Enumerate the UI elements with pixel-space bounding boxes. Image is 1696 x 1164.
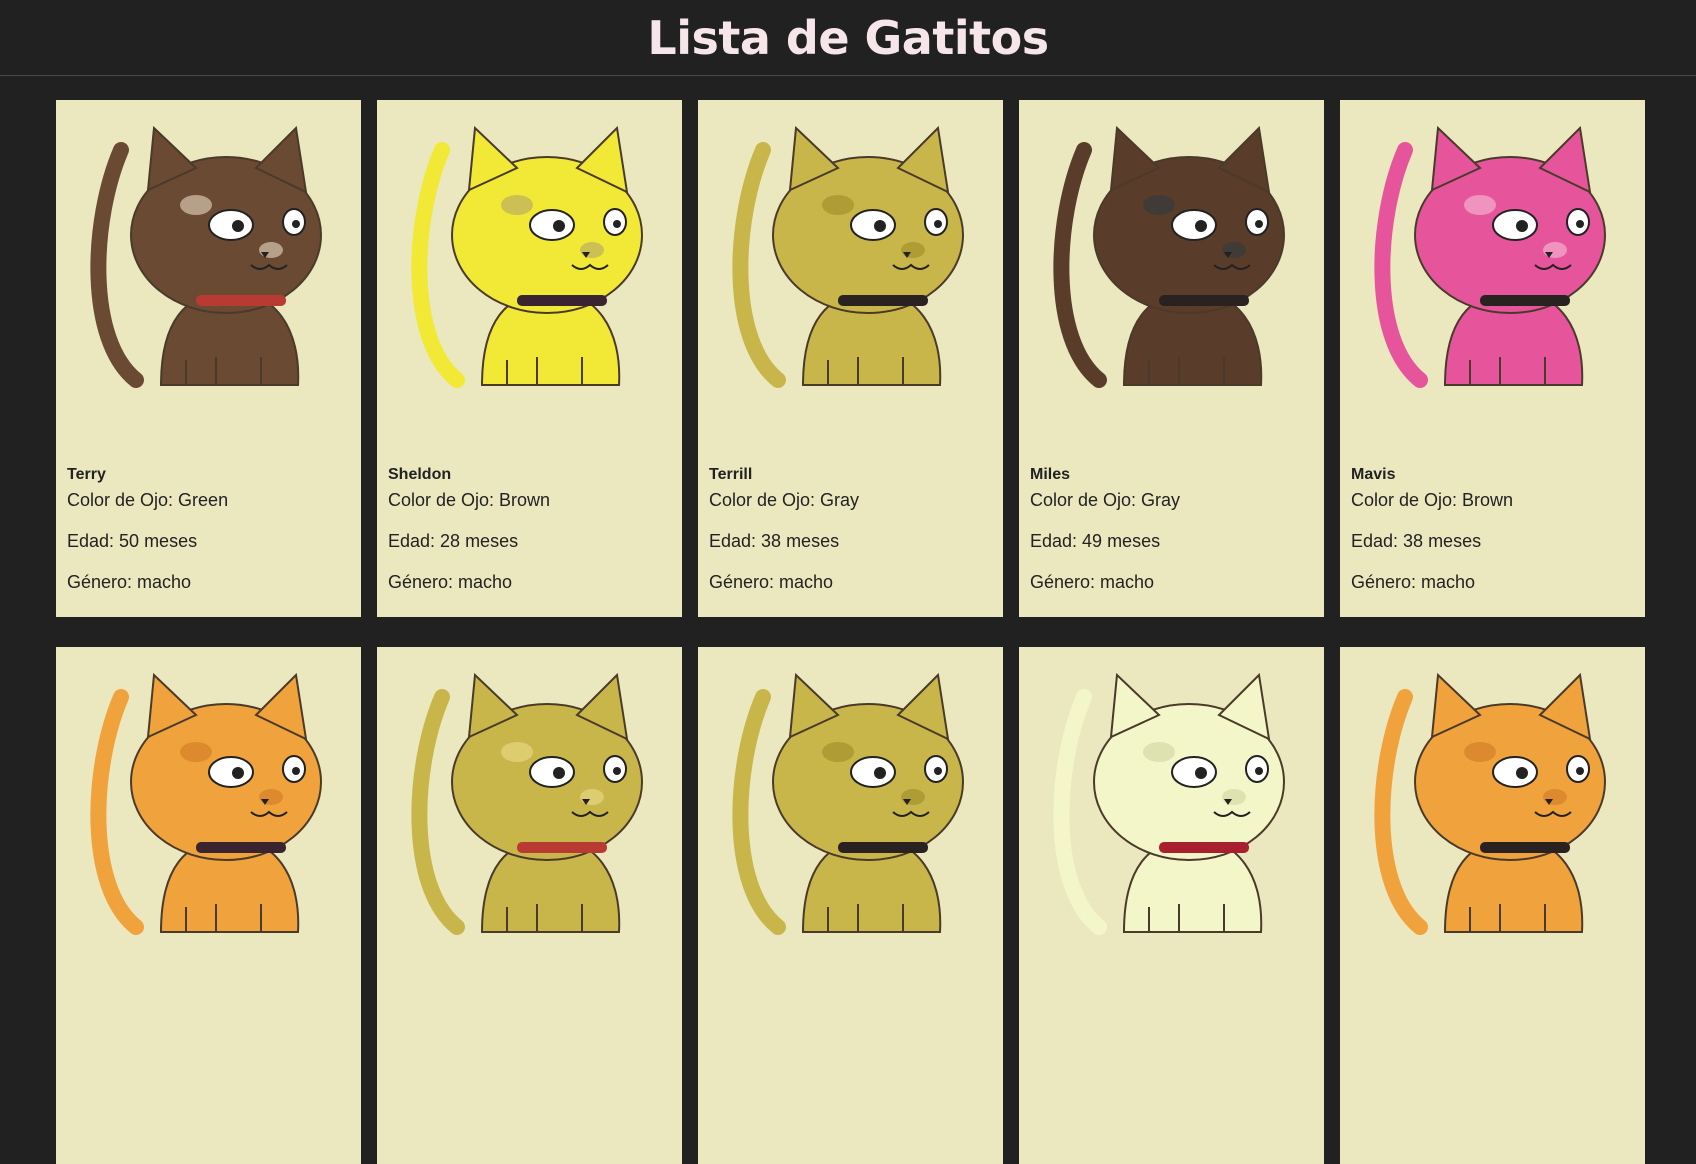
cat-gender: Género: macho [1351, 572, 1476, 592]
cat-info: Terrill Color de Ojo: Gray Edad: 38 meses G… [709, 466, 995, 613]
cat-image [708, 657, 993, 957]
cat-age: Edad: 50 meses [67, 531, 198, 551]
cat-card [56, 647, 361, 1164]
cat-illustration [1053, 672, 1285, 935]
cat-name: Mavis [1351, 466, 1396, 483]
cat-card [377, 647, 682, 1164]
cat-illustration [732, 672, 964, 935]
cat-image [1350, 110, 1635, 410]
cat-card: Terrill Color de Ojo: Gray Edad: 38 meses G… [698, 100, 1003, 617]
cat-name: Miles [1030, 466, 1071, 483]
cat-image [1029, 110, 1314, 410]
cat-illustration [1053, 125, 1285, 388]
cat-card [1019, 647, 1324, 1164]
page-header: Lista de Gatitos [0, 0, 1696, 76]
cat-image [1350, 657, 1635, 957]
cat-image [66, 657, 351, 957]
cat-info: Sheldon Color de Ojo: Brown Edad: 28 meses… [388, 466, 674, 613]
cat-eye-color: Color de Ojo: Gray [709, 490, 860, 510]
cat-card [698, 647, 1003, 1164]
cat-card [1340, 647, 1645, 1164]
cat-info: Miles Color de Ojo: Gray Edad: 49 meses Gén… [1030, 466, 1316, 613]
cat-info: Mavis Color de Ojo: Brown Edad: 38 meses Gé… [1351, 466, 1637, 613]
cat-illustration [411, 672, 643, 935]
cat-illustration [1374, 672, 1606, 935]
cat-card: Mavis Color de Ojo: Brown Edad: 38 meses Gé… [1340, 100, 1645, 617]
cat-card: Sheldon Color de Ojo: Brown Edad: 28 meses… [377, 100, 682, 617]
cat-gender: Género: macho [388, 572, 513, 592]
cat-name: Terry [67, 466, 106, 483]
cat-image [66, 110, 351, 410]
page-title: Lista de Gatitos [647, 10, 1049, 65]
cat-card: Terry Color de Ojo: Green Edad: 50 meses Gé… [56, 100, 361, 617]
cat-age: Edad: 49 meses [1030, 531, 1161, 551]
cat-info: Terry Color de Ojo: Green Edad: 50 meses Gé… [67, 466, 353, 613]
cat-image [1029, 657, 1314, 957]
cat-eye-color: Color de Ojo: Brown [1351, 490, 1514, 510]
cat-age: Edad: 38 meses [709, 531, 840, 551]
cat-card: Miles Color de Ojo: Gray Edad: 49 meses Gén… [1019, 100, 1324, 617]
cat-grid: Terry Color de Ojo: Green Edad: 50 meses Gé… [56, 100, 1645, 1164]
cat-illustration [1374, 125, 1606, 388]
cat-name: Sheldon [388, 466, 452, 483]
cat-illustration [732, 125, 964, 388]
cat-illustration [411, 125, 643, 388]
cat-image [387, 110, 672, 410]
cat-name: Terrill [709, 466, 753, 483]
cat-image [708, 110, 993, 410]
cat-age: Edad: 38 meses [1351, 531, 1482, 551]
cat-image [387, 657, 672, 957]
cat-gender: Género: macho [1030, 572, 1155, 592]
cat-gender: Género: macho [67, 572, 192, 592]
cat-eye-color: Color de Ojo: Gray [1030, 490, 1181, 510]
cat-illustration [90, 672, 322, 935]
cat-eye-color: Color de Ojo: Green [67, 490, 229, 510]
cat-age: Edad: 28 meses [388, 531, 519, 551]
cat-gender: Género: macho [709, 572, 834, 592]
cat-illustration [90, 125, 322, 388]
cat-eye-color: Color de Ojo: Brown [388, 490, 551, 510]
